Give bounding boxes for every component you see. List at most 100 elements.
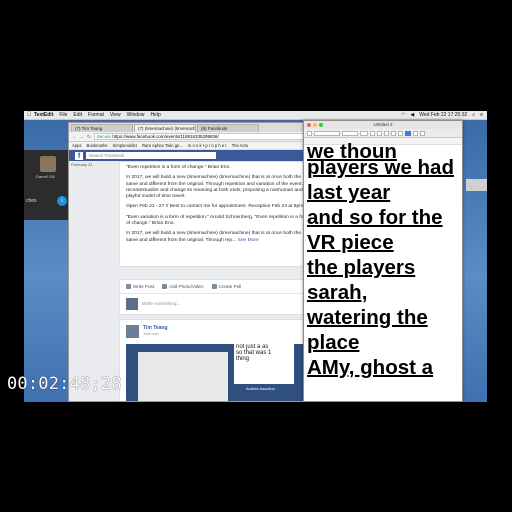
align-center-button[interactable] bbox=[413, 130, 418, 136]
caller-video bbox=[40, 156, 56, 172]
bookmark-aphex[interactable]: Rare Aphex Twin ge... bbox=[142, 143, 183, 148]
event-sidebar: February 21 bbox=[69, 161, 119, 401]
pencil-icon bbox=[126, 284, 131, 290]
font-family-select[interactable] bbox=[314, 130, 340, 136]
add-photo-label: Add Photo/Video bbox=[169, 284, 204, 289]
write-something-placeholder[interactable]: Write something... bbox=[142, 302, 181, 307]
bookmark-the-actu[interactable]: The Actu bbox=[232, 143, 249, 148]
menu-file[interactable]: File bbox=[59, 112, 67, 118]
poll-icon bbox=[211, 284, 217, 290]
zoom-icon[interactable] bbox=[319, 123, 323, 127]
font-size-select[interactable] bbox=[360, 130, 368, 136]
post-paragraph-text: In 2017, we will build a new (timemachin… bbox=[126, 231, 302, 243]
write-post-button[interactable]: Write Post bbox=[126, 284, 154, 290]
document-line: place bbox=[307, 331, 360, 354]
reload-icon[interactable]: ↻ bbox=[87, 134, 91, 140]
bookmark-apps[interactable]: Apps bbox=[72, 143, 82, 148]
align-left-button[interactable] bbox=[405, 130, 411, 136]
avatar[interactable] bbox=[126, 325, 139, 338]
secure-label: Secure bbox=[96, 134, 112, 139]
info-icon[interactable]: i bbox=[57, 196, 67, 206]
bookmarks-bar: Apps Bookmarks SimpleAddict Rare Aphex T… bbox=[69, 142, 324, 150]
close-icon[interactable] bbox=[307, 123, 311, 127]
background-window[interactable] bbox=[466, 179, 487, 191]
menubar-clock[interactable]: Wed Feb 22 17:25:32 bbox=[419, 112, 467, 118]
underline-button[interactable] bbox=[398, 130, 403, 136]
tab-facebook[interactable]: (8) Facebook bbox=[197, 124, 259, 132]
desktop-background: Darrell Gill ches i ✕ (7) Tim Teang (7) … bbox=[24, 120, 487, 402]
event-date: February 21 bbox=[71, 162, 93, 167]
post-screenshot-image[interactable]: not just a as so that was 1 thing Andrés… bbox=[126, 344, 306, 401]
minimize-icon[interactable] bbox=[313, 123, 317, 127]
avatar bbox=[126, 298, 138, 311]
feed-post: Tim Teang Just now not just a as so that… bbox=[119, 319, 316, 401]
facebook-header: f Search Facebook bbox=[69, 150, 324, 161]
document-line: watering the bbox=[307, 306, 428, 329]
post-paragraph: "Even repetition is a form of change." B… bbox=[126, 165, 231, 170]
document-line: and so for the bbox=[307, 206, 443, 229]
bold-button[interactable] bbox=[384, 130, 389, 136]
window-controls bbox=[307, 123, 323, 127]
tab-tim-teang[interactable]: (7) Tim Teang bbox=[71, 124, 133, 132]
address-bar-row: ← → ↻ Secure https://www.facebook.com/ev… bbox=[69, 132, 324, 142]
facebook-search-input[interactable]: Search Facebook bbox=[86, 152, 216, 159]
document-line: we thoun bbox=[307, 140, 397, 163]
menu-help[interactable]: Help bbox=[150, 112, 160, 118]
bookmark-monk-prophet[interactable]: m o n k • p r o p h e t bbox=[188, 143, 227, 148]
search-icon[interactable]: ⌕ bbox=[472, 112, 475, 118]
create-poll-label: Create Poll bbox=[218, 284, 242, 289]
list-icon[interactable]: ≡ bbox=[480, 112, 483, 118]
menu-view[interactable]: View bbox=[110, 112, 121, 118]
menu-edit[interactable]: Edit bbox=[73, 112, 82, 118]
apple-icon[interactable]:  bbox=[24, 112, 34, 118]
post-paragraph: Open Feb 21 - 27 // Best to contact me f… bbox=[126, 204, 305, 210]
document-line: the players bbox=[307, 256, 416, 279]
menu-format[interactable]: Format bbox=[88, 112, 104, 118]
add-photo-button[interactable]: Add Photo/Video bbox=[162, 284, 204, 290]
forward-icon[interactable]: → bbox=[80, 134, 85, 139]
facebook-logo-icon[interactable]: f bbox=[75, 151, 83, 160]
screenshot-pane bbox=[138, 352, 228, 401]
screenshot-caption: Andrés Assolina bbox=[246, 386, 275, 391]
bookmark-bookmarks[interactable]: Bookmarks bbox=[87, 143, 108, 148]
composer-actions: Write Post Add Photo/Video Create Poll bbox=[120, 280, 315, 295]
facebook-feed: February 21 "Even repetition is a form o… bbox=[69, 161, 324, 401]
photo-icon bbox=[162, 284, 168, 290]
caller-name: Darrell Gill bbox=[36, 174, 55, 179]
back-icon[interactable]: ← bbox=[72, 134, 77, 139]
font-style-select[interactable] bbox=[342, 130, 358, 136]
video-call-widget[interactable]: Darrell Gill ches bbox=[24, 150, 68, 220]
volume-icon[interactable]: ◀ bbox=[410, 112, 414, 118]
background-window-sliver bbox=[464, 122, 487, 402]
document-line: AMy, ghost a bbox=[307, 356, 434, 379]
paragraph-style-select[interactable] bbox=[307, 130, 312, 136]
document-line: VR piece bbox=[307, 231, 394, 254]
timecode-overlay: 00:02:48;28 bbox=[7, 374, 122, 394]
align-right-button[interactable] bbox=[420, 130, 425, 136]
tab-timemachine[interactable]: (7) (timemachine) (timemach bbox=[134, 124, 196, 132]
create-poll-button[interactable]: Create Poll bbox=[211, 284, 242, 290]
desktop-screen:  TextEdit File Edit Format View Window … bbox=[24, 111, 487, 402]
screenshot-textedit: not just a as so that was 1 thing bbox=[234, 344, 294, 384]
textedit-titlebar[interactable]: Untitled 2 bbox=[304, 121, 462, 129]
highlight-color-well[interactable] bbox=[377, 130, 382, 136]
italic-button[interactable] bbox=[391, 130, 396, 136]
tab-bar: (7) Tim Teang (7) (timemachine) (timemac… bbox=[69, 123, 324, 132]
see-more-link[interactable]: See More bbox=[238, 238, 259, 243]
document-line: sarah, bbox=[307, 281, 368, 304]
wifi-icon[interactable]: ◠ bbox=[401, 112, 405, 118]
write-something-row[interactable]: Write something... bbox=[120, 294, 315, 314]
post-paragraph: In 2017, we will build a new (timemachin… bbox=[126, 175, 309, 200]
url-text: https://www.facebook.com/events/11891633… bbox=[112, 134, 219, 139]
menu-window[interactable]: Window bbox=[127, 112, 145, 118]
mac-menubar:  TextEdit File Edit Format View Window … bbox=[24, 111, 487, 120]
bookmark-simpleaddict[interactable]: SimpleAddict bbox=[113, 143, 137, 148]
textedit-window: Untitled 2 we thoun players we had last … bbox=[303, 120, 463, 402]
text-color-well[interactable] bbox=[370, 130, 375, 136]
url-field[interactable]: Secure https://www.facebook.com/events/1… bbox=[93, 133, 314, 140]
document-body[interactable]: we thoun players we had last year and so… bbox=[307, 140, 462, 380]
post-time[interactable]: Just now bbox=[143, 331, 168, 336]
chrome-window: (7) Tim Teang (7) (timemachine) (timemac… bbox=[68, 122, 325, 402]
menu-app-name[interactable]: TextEdit bbox=[34, 112, 53, 118]
format-toolbar bbox=[304, 129, 462, 138]
